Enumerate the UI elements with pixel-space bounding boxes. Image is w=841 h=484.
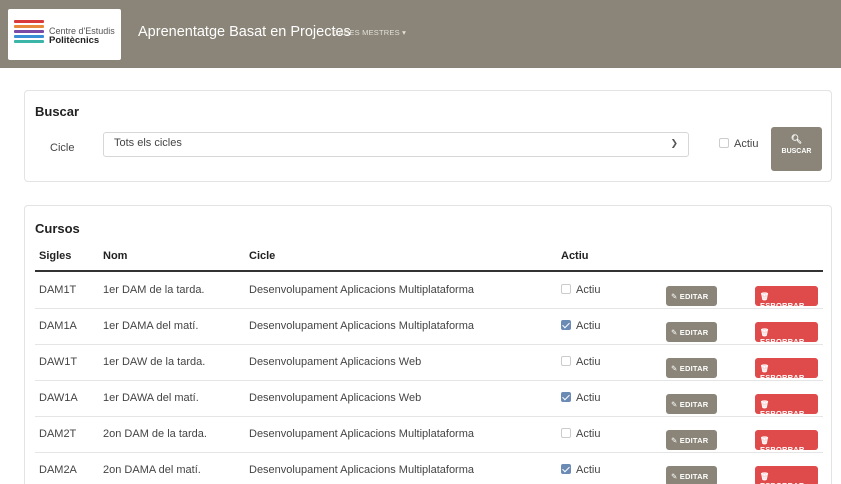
nav-menu-dades-mestres[interactable]: DADES MESTRES ▾ <box>333 28 406 37</box>
row-actiu-checkbox[interactable] <box>561 356 571 367</box>
cell-actiu: Actiu <box>561 392 600 404</box>
column-header-cicle: Cicle <box>249 250 276 262</box>
row-actiu-checkbox[interactable] <box>561 464 571 475</box>
logo-bars-icon <box>14 20 44 45</box>
row-actiu-label: Actiu <box>576 284 601 296</box>
actiu-checkbox-label: Actiu <box>734 138 759 150</box>
search-panel: Buscar Cicle Tots els cicles ❯ Actiu 🔍︎ … <box>24 90 832 182</box>
cell-sigles: DAW1T <box>39 356 78 368</box>
cicle-select[interactable]: Tots els cicles ❯ <box>103 132 689 157</box>
cell-cicle: Desenvolupament Aplicacions Multiplatafo… <box>249 428 475 440</box>
actiu-checkbox[interactable] <box>719 138 729 149</box>
cell-cicle: Desenvolupament Aplicacions Multiplatafo… <box>249 320 475 332</box>
cell-sigles: DAM2A <box>39 464 77 476</box>
editar-button-label: EDITAR <box>679 292 709 301</box>
edit-icon: ✎ <box>671 400 680 409</box>
trash-icon: 🗑︎ <box>760 400 770 409</box>
row-actiu-label: Actiu <box>576 392 601 404</box>
row-actiu-checkbox[interactable] <box>561 284 571 295</box>
table-row: DAM2A 2on DAMA del matí. Desenvolupament A… <box>35 453 823 484</box>
cicle-label: Cicle <box>50 142 75 154</box>
app-title[interactable]: Aprenentatge Basat en Projectes <box>138 24 351 40</box>
table-header: Sigles Nom Cicle Actiu <box>35 250 823 272</box>
table-row: DAW1T 1er DAW de la tarda. Desenvolupament… <box>35 345 823 382</box>
cell-nom: 1er DAW de la tarda. <box>103 356 206 368</box>
esborrar-button[interactable]: 🗑︎ ESBORRAR <box>755 430 818 454</box>
cell-nom: 1er DAWA del matí. <box>103 392 199 404</box>
editar-button-label: EDITAR <box>679 400 709 409</box>
cell-cicle: Desenvolupament Aplicacions Web <box>249 356 422 368</box>
column-header-nom: Nom <box>103 250 128 262</box>
edit-icon: ✎ <box>671 472 680 481</box>
table-row: DAM1A 1er DAMA del matí. Desenvolupament A… <box>35 309 823 346</box>
cell-nom: 2on DAM de la tarda. <box>103 428 207 440</box>
top-navbar: Centre d'Estudis Politècnics Aprenentatg… <box>0 0 841 68</box>
nav-menu-label: DADES MESTRES <box>333 28 400 37</box>
editar-button[interactable]: ✎ EDITAR <box>666 430 717 450</box>
cell-cicle: Desenvolupament Aplicacions Web <box>249 392 422 404</box>
table-row: DAM1T 1er DAM de la tarda. Desenvolupament… <box>35 273 823 310</box>
esborrar-button[interactable]: 🗑︎ ESBORRAR <box>755 466 818 484</box>
row-actiu-checkbox[interactable] <box>561 320 571 331</box>
editar-button-label: EDITAR <box>679 472 709 481</box>
editar-button[interactable]: ✎ EDITAR <box>666 394 717 414</box>
cell-sigles: DAM2T <box>39 428 77 440</box>
table-row: DAM2T 2on DAM de la tarda. Desenvolupament… <box>35 417 823 454</box>
esborrar-button[interactable]: 🗑︎ ESBORRAR <box>755 358 818 382</box>
cell-actiu: Actiu <box>561 320 600 332</box>
edit-icon: ✎ <box>671 328 680 337</box>
cell-sigles: DAW1A <box>39 392 78 404</box>
search-actiu-filter[interactable]: Actiu <box>719 138 758 150</box>
editar-button-label: EDITAR <box>679 328 709 337</box>
chevron-down-icon: ❯ <box>670 138 678 148</box>
column-header-actiu: Actiu <box>561 250 589 262</box>
row-actiu-label: Actiu <box>576 428 601 440</box>
trash-icon: 🗑︎ <box>760 472 770 481</box>
trash-icon: 🗑︎ <box>760 292 770 301</box>
cell-nom: 1er DAMA del matí. <box>103 320 199 332</box>
caret-down-icon: ▾ <box>402 28 407 37</box>
cell-actiu: Actiu <box>561 428 600 440</box>
cell-actiu: Actiu <box>561 356 600 368</box>
edit-icon: ✎ <box>671 292 680 301</box>
editar-button[interactable]: ✎ EDITAR <box>666 286 717 306</box>
cell-nom: 2on DAMA del matí. <box>103 464 201 476</box>
search-title: Buscar <box>35 104 80 119</box>
edit-icon: ✎ <box>671 364 680 373</box>
row-actiu-label: Actiu <box>576 356 601 368</box>
cell-actiu: Actiu <box>561 284 600 296</box>
logo[interactable]: Centre d'Estudis Politècnics <box>8 9 121 60</box>
trash-icon: 🗑︎ <box>760 364 770 373</box>
column-header-sigles: Sigles <box>39 250 72 262</box>
cursos-panel: Cursos Sigles Nom Cicle Actiu DAM1T 1er D… <box>24 205 832 484</box>
editar-button-label: EDITAR <box>679 436 709 445</box>
cell-nom: 1er DAM de la tarda. <box>103 284 205 296</box>
cell-sigles: DAM1T <box>39 284 77 296</box>
logo-text-line2: Politècnics <box>49 35 100 47</box>
cell-sigles: DAM1A <box>39 320 77 332</box>
trash-icon: 🗑︎ <box>760 436 770 445</box>
editar-button[interactable]: ✎ EDITAR <box>666 358 717 378</box>
esborrar-button[interactable]: 🗑︎ ESBORRAR <box>755 322 818 346</box>
editar-button[interactable]: ✎ EDITAR <box>666 322 717 342</box>
buscar-button-label: BUSCAR <box>781 148 812 155</box>
editar-button-label: EDITAR <box>679 364 709 373</box>
cicle-select-value: Tots els cicles <box>114 137 182 149</box>
cell-cicle: Desenvolupament Aplicacions Multiplatafo… <box>249 284 475 296</box>
table-row: DAW1A 1er DAWA del matí. Desenvolupament A… <box>35 381 823 418</box>
row-actiu-label: Actiu <box>576 464 601 476</box>
editar-button[interactable]: ✎ EDITAR <box>666 466 717 484</box>
buscar-button[interactable]: 🔍︎ BUSCAR <box>771 127 822 171</box>
cell-actiu: Actiu <box>561 464 600 476</box>
row-actiu-checkbox[interactable] <box>561 428 571 439</box>
row-actiu-checkbox[interactable] <box>561 392 571 403</box>
esborrar-button[interactable]: 🗑︎ ESBORRAR <box>755 286 818 310</box>
cell-cicle: Desenvolupament Aplicacions Multiplatafo… <box>249 464 475 476</box>
trash-icon: 🗑︎ <box>760 328 770 337</box>
row-actiu-label: Actiu <box>576 320 601 332</box>
search-icon: 🔍︎ <box>790 134 803 144</box>
esborrar-button[interactable]: 🗑︎ ESBORRAR <box>755 394 818 418</box>
cursos-title: Cursos <box>35 221 80 236</box>
edit-icon: ✎ <box>671 436 680 445</box>
